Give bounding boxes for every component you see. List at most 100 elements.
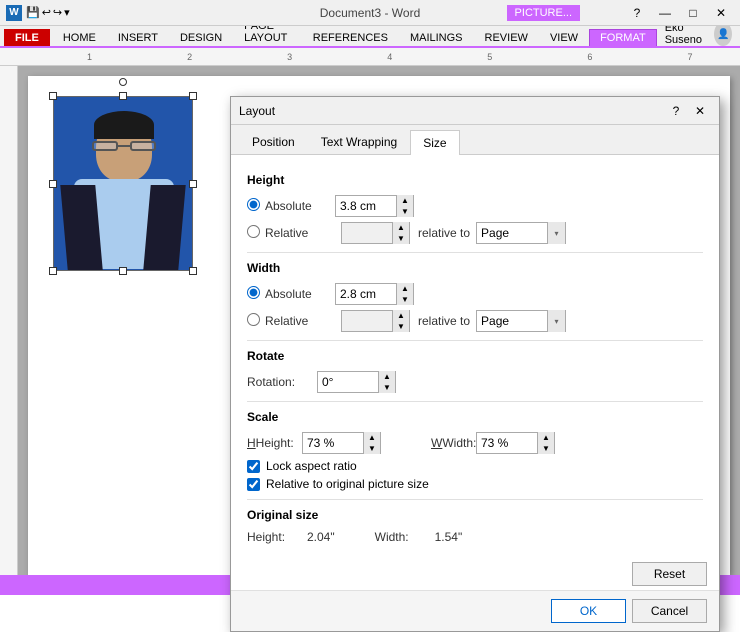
tab-review[interactable]: REVIEW: [474, 29, 539, 46]
width-absolute-input[interactable]: [336, 284, 396, 304]
tab-position[interactable]: Position: [239, 129, 308, 154]
height-relative-up[interactable]: ▲: [393, 222, 409, 233]
height-relative-row: Relative ▲ ▼ relative to Page ▾: [247, 222, 703, 244]
reset-button[interactable]: Reset: [632, 562, 707, 586]
dialog-title: Layout: [239, 104, 665, 118]
width-absolute-radio[interactable]: [247, 286, 260, 299]
height-page-arrow: ▾: [547, 222, 565, 244]
lock-aspect-checkbox[interactable]: [247, 460, 260, 473]
height-relative-down[interactable]: ▼: [393, 233, 409, 244]
scale-height-up[interactable]: ▲: [364, 432, 380, 443]
width-relative-up[interactable]: ▲: [393, 310, 409, 321]
orig-height-label: Height:: [247, 530, 307, 544]
scale-width-down[interactable]: ▼: [538, 443, 554, 454]
tab-home[interactable]: HOME: [52, 29, 107, 46]
width-relative-radio[interactable]: [247, 313, 260, 326]
width-section-header: Width: [247, 261, 703, 275]
orig-width-value: 1.54": [435, 530, 463, 544]
relative-original-checkbox[interactable]: [247, 478, 260, 491]
tab-format[interactable]: FORMAT: [589, 29, 657, 46]
scale-height-spinner: ▲ ▼: [363, 432, 380, 454]
orig-height-value: 2.04": [307, 530, 335, 544]
scale-height-input-wrap: ▲ ▼: [302, 432, 381, 454]
height-relative-label: Relative: [265, 226, 335, 240]
height-absolute-radio[interactable]: [247, 198, 260, 211]
help-button[interactable]: ?: [624, 2, 650, 24]
scale-width-label: WWidth:: [431, 436, 476, 450]
width-page-select[interactable]: Page: [477, 311, 547, 331]
height-relative-input[interactable]: [342, 223, 392, 243]
dialog-body: Height Absolute ▲ ▼: [231, 155, 719, 558]
orig-width-label: Width:: [375, 530, 435, 544]
picture-tab: PICTURE...: [507, 0, 580, 25]
height-section-header: Height: [247, 173, 703, 187]
scale-row: HHeight: ▲ ▼ WWidth:: [247, 432, 703, 454]
scale-height-down[interactable]: ▼: [364, 443, 380, 454]
dialog-overlay: Layout ? ✕ Position Text Wrapping Size H…: [0, 66, 740, 575]
width-absolute-label: Absolute: [265, 287, 335, 301]
scale-width-up[interactable]: ▲: [538, 432, 554, 443]
original-size-header: Original size: [247, 508, 703, 522]
minimize-button[interactable]: —: [652, 2, 678, 24]
height-absolute-spinner: ▲ ▼: [396, 195, 413, 217]
window-title: Document3 - Word: [320, 6, 420, 20]
tab-mailings[interactable]: MAILINGS: [399, 29, 474, 46]
window-controls: ? — □ ✕: [624, 2, 734, 24]
rotation-input[interactable]: [318, 372, 378, 392]
scale-height-input[interactable]: [303, 433, 363, 453]
rotation-spinner: ▲ ▼: [378, 371, 395, 393]
dialog-help-button[interactable]: ?: [665, 101, 687, 121]
file-tab[interactable]: FILE: [4, 29, 50, 46]
tab-design[interactable]: DESIGN: [169, 29, 233, 46]
word-icon: W: [6, 5, 22, 21]
close-button[interactable]: ✕: [708, 2, 734, 24]
separator-3: [247, 401, 703, 402]
tab-size[interactable]: Size: [410, 130, 459, 155]
height-absolute-up[interactable]: ▲: [397, 195, 413, 206]
save-icon[interactable]: 💾: [26, 6, 40, 19]
width-absolute-down[interactable]: ▼: [397, 294, 413, 305]
title-bar: W 💾 ↩ ↪ ▾ Document3 - Word PICTURE... ? …: [0, 0, 740, 26]
height-relative-input-wrap: ▲ ▼: [341, 222, 410, 244]
scale-width-input[interactable]: [477, 433, 537, 453]
relative-original-label: Relative to original picture size: [266, 477, 429, 491]
reset-row: Reset: [231, 558, 719, 590]
rotation-down[interactable]: ▼: [379, 382, 395, 393]
scale-section-header: Scale: [247, 410, 703, 424]
width-relative-input[interactable]: [342, 311, 392, 331]
height-page-select[interactable]: Page: [477, 223, 547, 243]
separator-1: [247, 252, 703, 253]
dialog-close-button[interactable]: ✕: [689, 101, 711, 121]
height-relative-spinner: ▲ ▼: [392, 222, 409, 244]
tab-insert[interactable]: INSERT: [107, 29, 169, 46]
width-absolute-up[interactable]: ▲: [397, 283, 413, 294]
height-absolute-row: Absolute ▲ ▼: [247, 195, 703, 217]
maximize-button[interactable]: □: [680, 2, 706, 24]
ok-button[interactable]: OK: [551, 599, 626, 623]
tab-view[interactable]: VIEW: [539, 29, 589, 46]
undo-icon[interactable]: ↩: [42, 6, 51, 19]
height-absolute-down[interactable]: ▼: [397, 206, 413, 217]
tab-text-wrapping[interactable]: Text Wrapping: [308, 129, 410, 154]
dropdown-icon[interactable]: ▾: [64, 6, 70, 19]
width-page-dropdown[interactable]: Page ▾: [476, 310, 566, 332]
tab-references[interactable]: REFERENCES: [302, 29, 399, 46]
width-relative-label: Relative: [265, 314, 335, 328]
rotation-up[interactable]: ▲: [379, 371, 395, 382]
height-relative-radio[interactable]: [247, 225, 260, 238]
width-absolute-input-wrap: ▲ ▼: [335, 283, 414, 305]
height-page-dropdown[interactable]: Page ▾: [476, 222, 566, 244]
width-relative-down[interactable]: ▼: [393, 321, 409, 332]
width-absolute-row: Absolute ▲ ▼: [247, 283, 703, 305]
rotation-row: Rotation: ▲ ▼: [247, 371, 703, 393]
width-relative-to-label: relative to: [418, 314, 470, 328]
dialog-tabs: Position Text Wrapping Size: [231, 125, 719, 155]
title-icons: W 💾 ↩ ↪ ▾: [6, 5, 70, 21]
scale-width-spinner: ▲ ▼: [537, 432, 554, 454]
rotation-input-wrap: ▲ ▼: [317, 371, 396, 393]
redo-icon[interactable]: ↪: [53, 6, 62, 19]
width-relative-spinner: ▲ ▼: [392, 310, 409, 332]
dialog-controls: ? ✕: [665, 101, 711, 121]
cancel-button[interactable]: Cancel: [632, 599, 707, 623]
height-absolute-input[interactable]: [336, 196, 396, 216]
